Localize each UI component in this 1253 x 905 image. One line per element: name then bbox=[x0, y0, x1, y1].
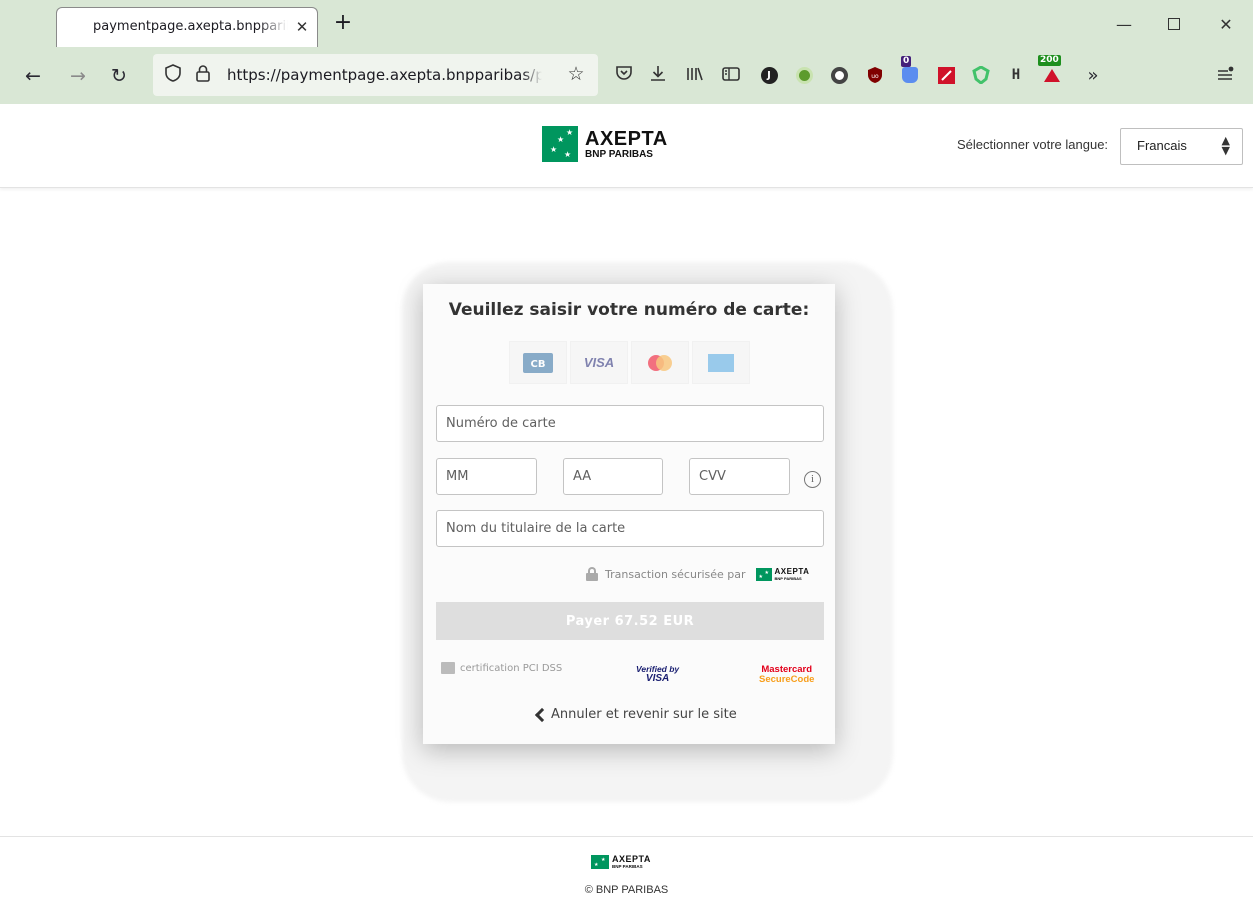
footer-divider bbox=[0, 836, 1253, 837]
vbv-line2: VISA bbox=[645, 673, 670, 684]
cvv-info-icon[interactable]: i bbox=[804, 471, 821, 488]
chevron-left-icon bbox=[534, 707, 550, 722]
expiry-year-input[interactable] bbox=[563, 458, 663, 495]
extension-red-square-icon[interactable] bbox=[933, 62, 959, 88]
overflow-chevron-icon[interactable]: » bbox=[1081, 64, 1105, 88]
pocket-icon[interactable] bbox=[612, 64, 636, 88]
footer-logo-name: AXEPTA bbox=[612, 854, 651, 864]
pci-dss-certification: certification PCI DSS bbox=[441, 662, 562, 674]
extension-ring-icon[interactable] bbox=[826, 62, 852, 88]
payment-card: Veuillez saisir votre numéro de carte: C… bbox=[423, 284, 835, 744]
site-header: ★ ★ ★ ★ AXEPTA BNP PARIBAS Sélectionner vot… bbox=[0, 104, 1253, 188]
certification-text: certification PCI DSS bbox=[460, 662, 563, 674]
certificate-icon bbox=[441, 662, 455, 674]
extension-notification-icon[interactable]: 0 bbox=[897, 56, 923, 88]
download-icon[interactable] bbox=[646, 64, 670, 88]
tab-title: paymentpage.axepta.bnpparibas bbox=[93, 19, 288, 34]
secured-axepta-logo: ★ ★ AXEPTA BNP PARIBAS bbox=[755, 566, 810, 581]
new-tab-icon[interactable]: + bbox=[331, 12, 355, 36]
verified-by-visa-logo: Verified by VISA bbox=[636, 664, 679, 684]
logo-name: AXEPTA bbox=[585, 127, 668, 150]
copyright: © BNP PARIBAS bbox=[584, 884, 669, 896]
logo-sub: BNP PARIBAS bbox=[585, 148, 653, 160]
browser-tab-bar: paymentpage.axepta.bnpparibas ✕ + — ✕ bbox=[0, 0, 1253, 48]
axepta-logo: ★ ★ ★ ★ AXEPTA BNP PARIBAS bbox=[542, 126, 668, 162]
secured-by-text: Transaction sécurisée par bbox=[605, 567, 746, 581]
expiry-month-input[interactable] bbox=[436, 458, 537, 495]
extension-h-icon[interactable]: H bbox=[1003, 62, 1029, 88]
visa-card-icon[interactable]: VISA bbox=[570, 341, 628, 384]
padlock-icon bbox=[586, 567, 598, 581]
close-tab-icon[interactable]: ✕ bbox=[292, 17, 312, 37]
select-arrows-icon: ▲ ▼ bbox=[1221, 134, 1230, 157]
minimize-icon[interactable]: — bbox=[1113, 14, 1135, 36]
payment-title: Veuillez saisir votre numéro de carte: bbox=[448, 300, 810, 320]
address-bar[interactable]: https://paymentpage.axepta.bnpparibas/pa… bbox=[153, 54, 598, 96]
cardholder-name-input[interactable] bbox=[436, 510, 824, 547]
window-close-icon[interactable]: ✕ bbox=[1215, 14, 1237, 36]
cancel-link[interactable]: Annuler et revenir sur le site bbox=[534, 707, 737, 722]
cvv-input[interactable] bbox=[689, 458, 790, 495]
forward-icon[interactable]: → bbox=[66, 64, 90, 88]
svg-text:CB: CB bbox=[531, 359, 546, 370]
card-brand-list: CB VISA bbox=[509, 341, 753, 384]
back-icon[interactable]: ← bbox=[21, 64, 45, 88]
secured-logo-name: AXEPTA bbox=[774, 566, 810, 576]
extension-leaf-icon[interactable] bbox=[791, 62, 817, 88]
bookmark-star-icon[interactable]: ☆ bbox=[566, 64, 586, 84]
language-label: Sélectionner votre langue: bbox=[957, 137, 1109, 152]
footer-logo-sub: BNP PARIBAS bbox=[612, 864, 643, 869]
ublock-origin-icon[interactable]: uo bbox=[862, 62, 888, 88]
msc-line2: SecureCode bbox=[759, 674, 815, 685]
card-number-input[interactable] bbox=[436, 405, 824, 442]
library-icon[interactable] bbox=[683, 64, 707, 88]
browser-tab[interactable]: paymentpage.axepta.bnpparibas ✕ bbox=[56, 7, 318, 47]
reload-icon[interactable]: ↻ bbox=[107, 64, 131, 88]
mastercard-securecode-logo: Mastercard SecureCode bbox=[759, 665, 814, 685]
extension-green-shield-icon[interactable] bbox=[968, 62, 994, 88]
extension-j-icon[interactable]: J bbox=[756, 62, 782, 88]
lock-icon[interactable] bbox=[193, 64, 213, 84]
secured-logo-sub: BNP PARIBAS bbox=[774, 575, 802, 581]
notification-badge: 0 bbox=[901, 56, 912, 67]
cancel-link-text: Annuler et revenir sur le site bbox=[551, 707, 737, 722]
sidebar-icon[interactable] bbox=[719, 64, 743, 88]
language-value: Francais bbox=[1137, 138, 1187, 153]
shield-icon[interactable] bbox=[163, 64, 183, 84]
footer-axepta-logo: ★ ★ AXEPTA BNP PARIBAS bbox=[591, 855, 651, 869]
extension-status-icon[interactable]: 200 bbox=[1038, 55, 1065, 88]
language-select[interactable]: Francais ▲ ▼ bbox=[1120, 128, 1243, 165]
status-code-badge: 200 bbox=[1038, 55, 1061, 66]
browser-toolbar: ← → ↻ https://paymentpage.axepta.bnppari… bbox=[0, 48, 1253, 104]
amex-card-icon[interactable] bbox=[692, 341, 750, 384]
bnp-stars-icon: ★ ★ bbox=[591, 855, 609, 869]
svg-text:uo: uo bbox=[871, 73, 879, 80]
pay-button[interactable]: Payer 67.52 EUR bbox=[436, 602, 824, 640]
cb-card-icon[interactable]: CB bbox=[509, 341, 567, 384]
url-text: https://paymentpage.axepta.bnpparibas/pa… bbox=[227, 66, 542, 84]
bnp-stars-icon: ★ ★ ★ ★ bbox=[542, 126, 578, 162]
maximize-icon[interactable] bbox=[1163, 14, 1185, 36]
app-menu-icon[interactable] bbox=[1213, 64, 1237, 88]
bnp-stars-icon: ★ ★ bbox=[755, 567, 772, 581]
secured-by: Transaction sécurisée par ★ ★ AXEPTA BNP … bbox=[586, 567, 809, 581]
mastercard-icon[interactable] bbox=[631, 341, 689, 384]
